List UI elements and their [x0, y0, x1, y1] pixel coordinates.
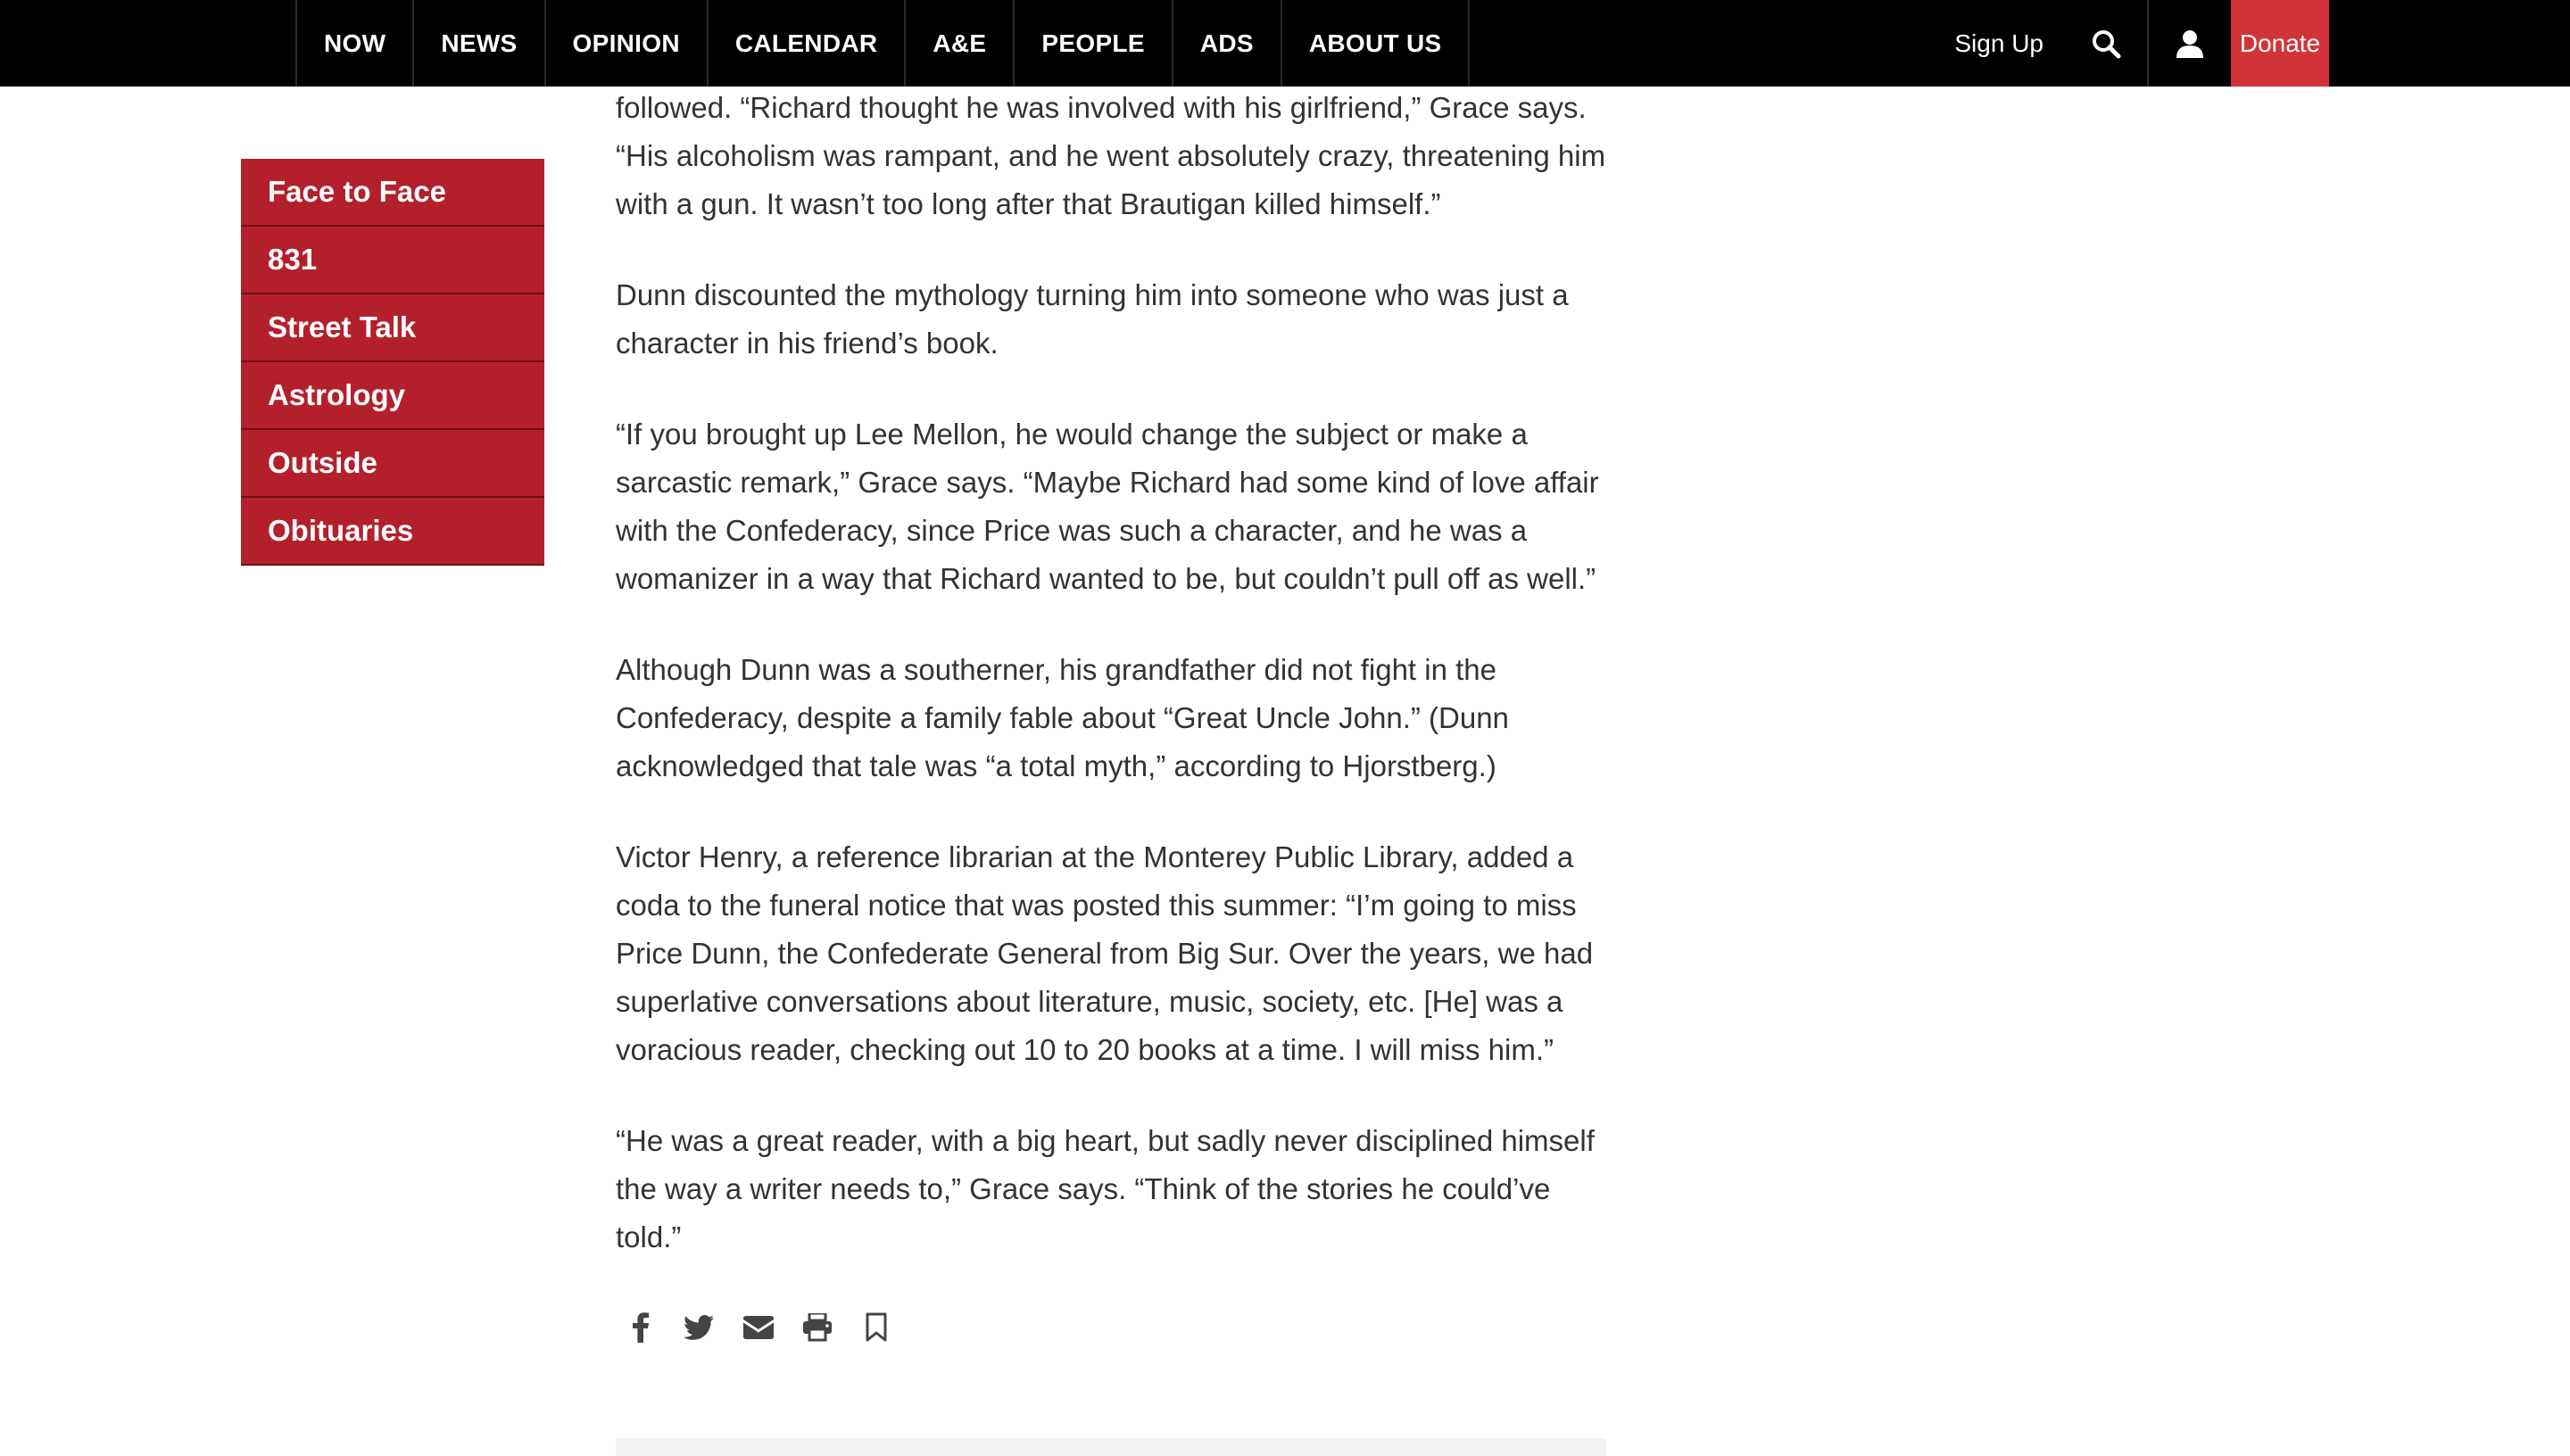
nav-item-about-us[interactable]: ABOUT US [1282, 0, 1471, 87]
article-paragraph: “He was a great reader, with a big heart… [616, 1124, 1595, 1253]
print-button[interactable] [801, 1311, 833, 1344]
search-icon [2093, 29, 2121, 58]
share-toolbar [625, 1311, 892, 1344]
article-paragraph: Victor Henry, a reference librarian at t… [616, 840, 1594, 1066]
nav-item-calendar[interactable]: CALENDAR [709, 0, 907, 87]
user-icon [2176, 29, 2203, 58]
bookmark-button[interactable] [860, 1311, 892, 1344]
nav-item-people[interactable]: PEOPLE [1015, 0, 1173, 87]
article-body: followed. “Richard thought he was involv… [616, 84, 1606, 1304]
nav-item-now[interactable]: NOW [297, 0, 415, 87]
nav-item-news[interactable]: NEWS [414, 0, 546, 87]
facebook-icon [633, 1312, 650, 1343]
article-paragraph: Dunn discounted the mythology turning hi… [616, 278, 1569, 360]
bookmark-icon [866, 1312, 887, 1342]
sidebar-item-astrology[interactable]: Astrology [241, 362, 544, 430]
share-facebook-button[interactable] [625, 1311, 657, 1344]
article-paragraph: “If you brought up Lee Mellon, he would … [616, 418, 1599, 595]
share-twitter-button[interactable] [684, 1311, 716, 1344]
share-email-button[interactable] [742, 1311, 775, 1344]
section-sidebar: Face to Face 831 Street Talk Astrology O… [241, 159, 544, 566]
next-content-panel [616, 1438, 1606, 1456]
sidebar-item-outside[interactable]: Outside [241, 430, 544, 498]
email-icon [743, 1316, 774, 1339]
sign-up-link[interactable]: Sign Up [1954, 29, 2065, 58]
nav-item-ads[interactable]: ADS [1173, 0, 1282, 87]
sidebar-item-face-to-face[interactable]: Face to Face [241, 159, 544, 227]
nav-actions: Sign Up Donate [1954, 0, 2329, 87]
donate-button[interactable]: Donate [2231, 0, 2329, 87]
article-paragraph: Although Dunn was a southerner, his gran… [616, 653, 1509, 782]
sidebar-item-831[interactable]: 831 [241, 227, 544, 294]
search-button[interactable] [2065, 0, 2147, 87]
top-navigation-bar: NOW NEWS OPINION CALENDAR A&E PEOPLE ADS… [0, 0, 2570, 87]
nav-item-opinion[interactable]: OPINION [546, 0, 709, 87]
twitter-icon [684, 1315, 714, 1340]
print-icon [803, 1313, 832, 1342]
main-nav: NOW NEWS OPINION CALENDAR A&E PEOPLE ADS… [295, 0, 1471, 87]
article-paragraph: followed. “Richard thought he was involv… [616, 91, 1606, 220]
sidebar-item-street-talk[interactable]: Street Talk [241, 294, 544, 362]
account-button[interactable] [2147, 0, 2231, 87]
sidebar-item-obituaries[interactable]: Obituaries [241, 498, 544, 566]
nav-item-arts-entertainment[interactable]: A&E [906, 0, 1016, 87]
